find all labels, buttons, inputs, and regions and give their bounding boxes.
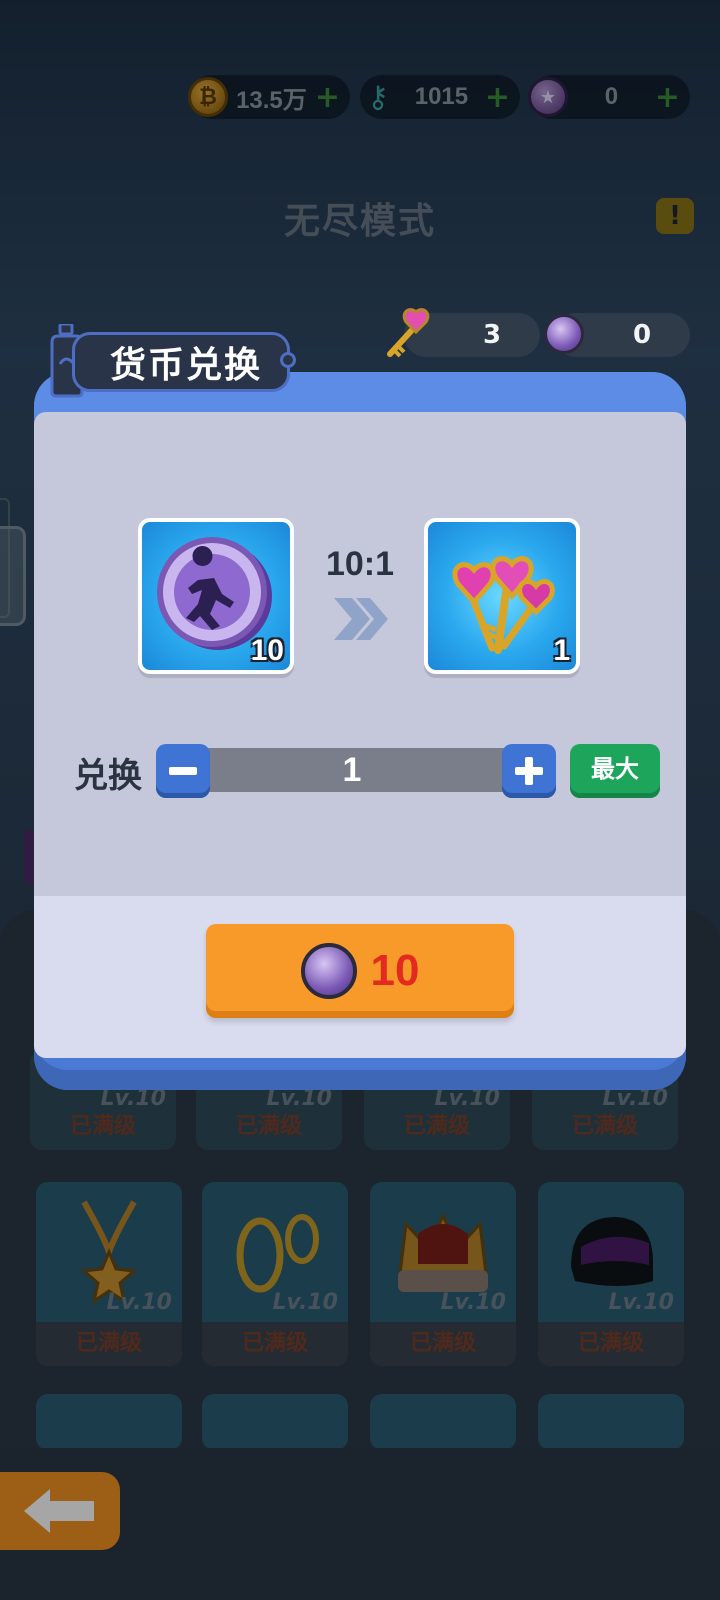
balance-coins-value: 0 [632, 320, 652, 350]
quantity-value[interactable]: 1 [166, 748, 538, 792]
double-chevron-right-icon [334, 598, 388, 640]
max-button[interactable]: 最大 [570, 744, 660, 798]
confirm-exchange-button[interactable]: 10 [206, 924, 514, 1018]
plus-icon [515, 757, 543, 785]
from-item: 10 [138, 518, 294, 674]
minus-icon [169, 767, 197, 775]
decrease-button[interactable] [156, 744, 210, 798]
purple-coin-icon [544, 314, 584, 354]
dialog-body [34, 412, 686, 896]
exchange-ratio: 10:1 [325, 545, 395, 583]
to-item: 1 [424, 518, 580, 674]
exchange-price: 10 [370, 946, 420, 995]
increase-button[interactable] [502, 744, 556, 798]
title-decoration [280, 352, 296, 368]
purple-coin-icon [300, 943, 357, 999]
exchange-label: 兑换 [74, 756, 142, 796]
to-item-count: 1 [553, 634, 570, 667]
dialog-title: 货币兑换 [72, 332, 290, 392]
from-item-count: 10 [250, 634, 284, 667]
balance-keys-value: 3 [482, 320, 502, 350]
heart-key-icon [387, 308, 430, 358]
